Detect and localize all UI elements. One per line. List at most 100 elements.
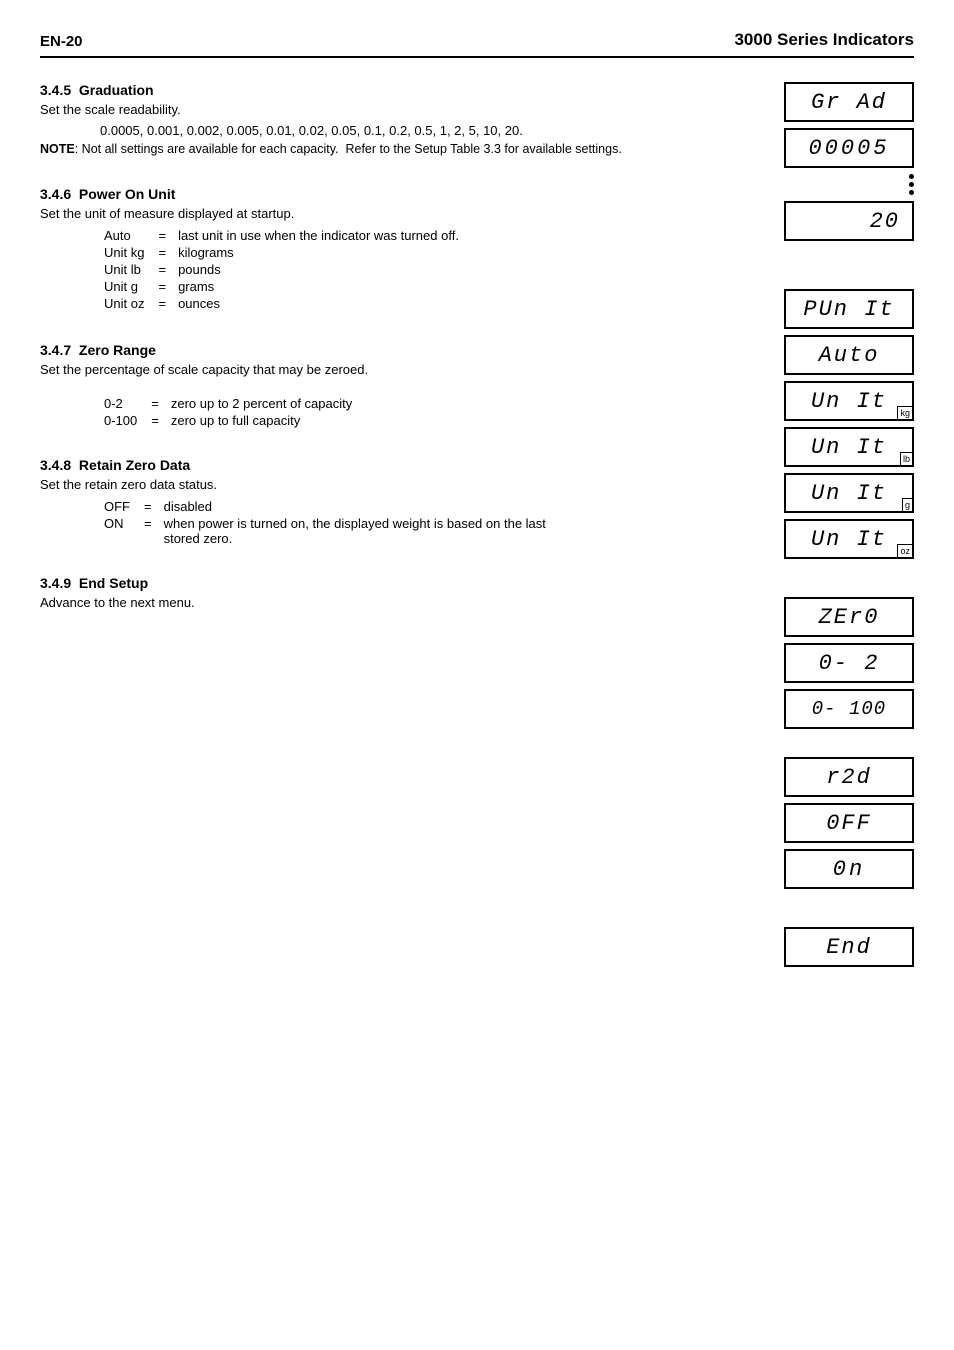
display-end: End — [784, 927, 914, 967]
section-348-desc: Set the retain zero data status. — [40, 477, 684, 492]
param-row: OFF = disabled — [100, 498, 550, 515]
end-setup-display-group: End — [784, 927, 914, 969]
unit-badge-lb: lb — [900, 452, 913, 466]
eq-sign: = — [140, 498, 160, 515]
retain-zero-display-group: r2d 0FF 0n — [784, 757, 914, 891]
display-grad-text: Gr Ad — [803, 88, 895, 117]
section-348-title: 3.4.8 Retain Zero Data — [40, 457, 684, 473]
param-value: grams — [174, 278, 463, 295]
display-unit-kg: Un It kg — [784, 381, 914, 421]
section-346-title: 3.4.6 Power On Unit — [40, 186, 684, 202]
param-value: ounces — [174, 295, 463, 312]
param-row: Auto = last unit in use when the indicat… — [100, 227, 463, 244]
param-value: zero up to 2 percent of capacity — [167, 395, 356, 412]
display-0-2: 0- 2 — [784, 643, 914, 683]
zero-range-display-group: ZEr0 0- 2 0- 100 — [784, 597, 914, 731]
section-retain-zero: 3.4.8 Retain Zero Data Set the retain ze… — [40, 457, 684, 547]
grad-display-group: Gr Ad 00005 20 — [784, 82, 914, 243]
unit-badge-g: g — [902, 498, 913, 512]
param-key: Auto — [100, 227, 154, 244]
eq-sign: = — [154, 278, 174, 295]
param-value: last unit in use when the indicator was … — [174, 227, 463, 244]
display-off: 0FF — [784, 803, 914, 843]
section-345-note: NOTE: Not all settings are available for… — [40, 142, 684, 156]
display-zero-range-text: ZEr0 — [811, 603, 888, 632]
page-body: 3.4.5 Graduation Set the scale readabili… — [40, 82, 914, 975]
eq-sign: = — [154, 227, 174, 244]
param-row: Unit kg = kilograms — [100, 244, 463, 261]
display-auto: Auto — [784, 335, 914, 375]
param-key: 0-2 — [100, 395, 147, 412]
eq-sign: = — [147, 412, 167, 429]
display-r2d-text: r2d — [818, 763, 880, 792]
page-number: EN-20 — [40, 33, 83, 50]
display-unit-oz-text: Un It — [803, 525, 895, 554]
display-punit: PUn It — [784, 289, 914, 329]
unit-badge-oz: oz — [897, 544, 913, 558]
display-auto-text: Auto — [811, 341, 888, 370]
param-value: zero up to full capacity — [167, 412, 356, 429]
display-end-text: End — [818, 933, 880, 962]
section-345-desc: Set the scale readability. — [40, 102, 684, 117]
param-row: 0-2 = zero up to 2 percent of capacity — [100, 395, 356, 412]
section-349-title: 3.4.9 End Setup — [40, 575, 684, 591]
display-20-text: 20 — [786, 207, 912, 236]
section-end-setup: 3.4.9 End Setup Advance to the next menu… — [40, 575, 684, 610]
display-r2d: r2d — [784, 757, 914, 797]
eq-sign: = — [154, 244, 174, 261]
param-value: when power is turned on, the displayed w… — [160, 515, 550, 547]
eq-sign: = — [147, 395, 167, 412]
power-on-unit-params: Auto = last unit in use when the indicat… — [100, 227, 463, 312]
section-347-title: 3.4.7 Zero Range — [40, 342, 684, 358]
display-0-100: 0- 100 — [784, 689, 914, 729]
param-value: disabled — [160, 498, 550, 515]
display-grad: Gr Ad — [784, 82, 914, 122]
retain-zero-params: OFF = disabled ON = when power is turned… — [100, 498, 550, 547]
param-key: ON — [100, 515, 140, 547]
param-row: Unit g = grams — [100, 278, 463, 295]
section-345-title: 3.4.5 Graduation — [40, 82, 684, 98]
display-zero-range: ZEr0 — [784, 597, 914, 637]
power-on-unit-display-group: PUn It Auto Un It kg Un It lb Un It g Un… — [784, 289, 914, 561]
section-graduation: 3.4.5 Graduation Set the scale readabili… — [40, 82, 684, 156]
display-unit-kg-text: Un It — [803, 387, 895, 416]
param-key: Unit g — [100, 278, 154, 295]
display-00005-text: 00005 — [800, 134, 897, 163]
zero-range-params: 0-2 = zero up to 2 percent of capacity 0… — [100, 395, 356, 429]
display-20: 20 — [784, 201, 914, 241]
page-header: EN-20 3000 Series Indicators — [40, 30, 914, 58]
eq-sign: = — [154, 261, 174, 278]
display-unit-lb: Un It lb — [784, 427, 914, 467]
param-row: 0-100 = zero up to full capacity — [100, 412, 356, 429]
note-text: : Not all settings are available for eac… — [75, 142, 622, 156]
section-345-values: 0.0005, 0.001, 0.002, 0.005, 0.01, 0.02,… — [100, 123, 684, 138]
display-on-text: 0n — [825, 855, 873, 884]
display-0-100-text: 0- 100 — [804, 696, 894, 722]
param-row: Unit lb = pounds — [100, 261, 463, 278]
param-row: ON = when power is turned on, the displa… — [100, 515, 550, 547]
display-unit-g-text: Un It — [803, 479, 895, 508]
param-value: kilograms — [174, 244, 463, 261]
param-key: Unit lb — [100, 261, 154, 278]
param-row: Unit oz = ounces — [100, 295, 463, 312]
param-value: pounds — [174, 261, 463, 278]
section-346-desc: Set the unit of measure displayed at sta… — [40, 206, 684, 221]
param-key: OFF — [100, 498, 140, 515]
page-title: 3000 Series Indicators — [734, 30, 914, 50]
param-key: Unit kg — [100, 244, 154, 261]
note-label: NOTE — [40, 142, 75, 156]
display-column: Gr Ad 00005 20 PUn It A — [704, 82, 914, 975]
display-00005: 00005 — [784, 128, 914, 168]
display-punit-text: PUn It — [795, 295, 902, 324]
section-zero-range: 3.4.7 Zero Range Set the percentage of s… — [40, 342, 684, 429]
unit-badge-kg: kg — [897, 406, 913, 420]
param-key: 0-100 — [100, 412, 147, 429]
section-347-desc: Set the percentage of scale capacity tha… — [40, 362, 684, 377]
display-unit-g: Un It g — [784, 473, 914, 513]
content-column: 3.4.5 Graduation Set the scale readabili… — [40, 82, 704, 975]
param-key: Unit oz — [100, 295, 154, 312]
section-349-desc: Advance to the next menu. — [40, 595, 684, 610]
display-on: 0n — [784, 849, 914, 889]
eq-sign: = — [140, 515, 160, 547]
eq-sign: = — [154, 295, 174, 312]
